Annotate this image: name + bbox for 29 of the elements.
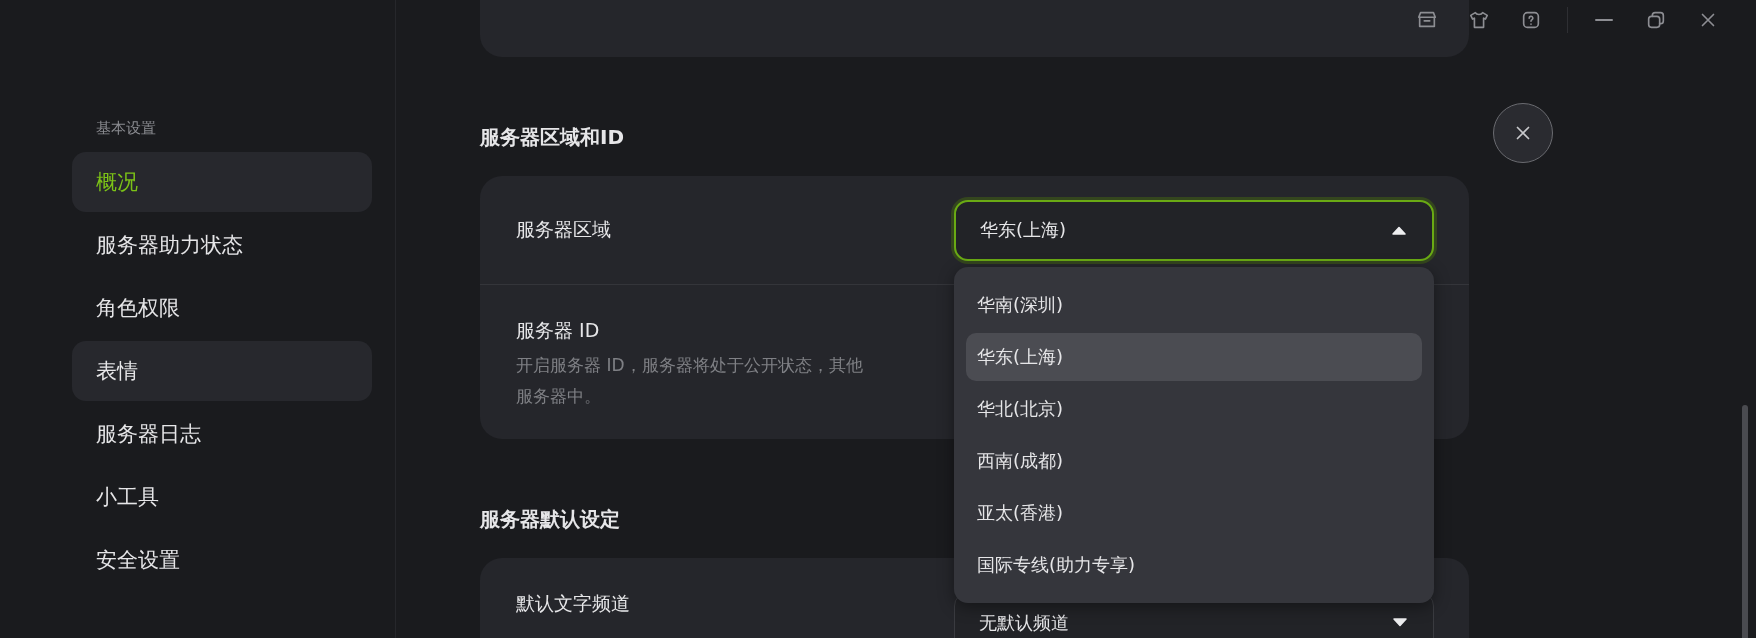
restore-icon bbox=[1645, 9, 1667, 31]
caret-up-icon bbox=[1392, 225, 1406, 235]
dropdown-option[interactable]: 华南(深圳) bbox=[966, 280, 1422, 329]
setting-label: 服务器 ID bbox=[516, 318, 601, 343]
dropdown-option[interactable]: 华北(北京) bbox=[966, 384, 1422, 433]
minimize-icon bbox=[1595, 19, 1613, 21]
section-heading: 服务器默认设定 bbox=[480, 506, 620, 533]
shirt-icon bbox=[1468, 9, 1490, 31]
sidebar-section-label: 基本设置 bbox=[95, 118, 157, 138]
dropdown-option[interactable]: 西南(成都) bbox=[966, 436, 1422, 485]
sidebar-item[interactable]: 服务器助力状态 bbox=[72, 215, 372, 275]
setting-label: 服务器区域 bbox=[516, 217, 611, 242]
region-select[interactable]: 华东(上海) bbox=[954, 199, 1434, 261]
sidebar-item[interactable]: 概况 bbox=[72, 152, 372, 212]
help-icon bbox=[1520, 9, 1542, 31]
sidebar-item[interactable]: 角色权限 bbox=[72, 278, 372, 338]
setting-description: 开启服务器 ID，服务器将处于公开状态，其他 bbox=[516, 354, 863, 377]
setting-description: 服务器中。 bbox=[516, 385, 602, 408]
setting-label: 默认文字频道 bbox=[516, 591, 630, 616]
section-heading: 服务器区域和ID bbox=[480, 124, 625, 151]
dropdown-option[interactable]: 亚太(香港) bbox=[966, 488, 1422, 537]
sidebar-item[interactable]: 表情 bbox=[72, 341, 372, 401]
dropdown-option[interactable]: 华东(上海) bbox=[966, 332, 1422, 381]
sidebar-item[interactable]: 服务器日志 bbox=[72, 404, 372, 464]
sidebar-item[interactable]: 小工具 bbox=[72, 467, 372, 527]
caret-down-icon bbox=[1393, 618, 1407, 627]
sidebar-item[interactable]: 安全设置 bbox=[72, 530, 372, 590]
scrollbar[interactable] bbox=[1742, 405, 1748, 638]
dropdown-option[interactable]: 国际专线(助力专享) bbox=[966, 540, 1422, 589]
